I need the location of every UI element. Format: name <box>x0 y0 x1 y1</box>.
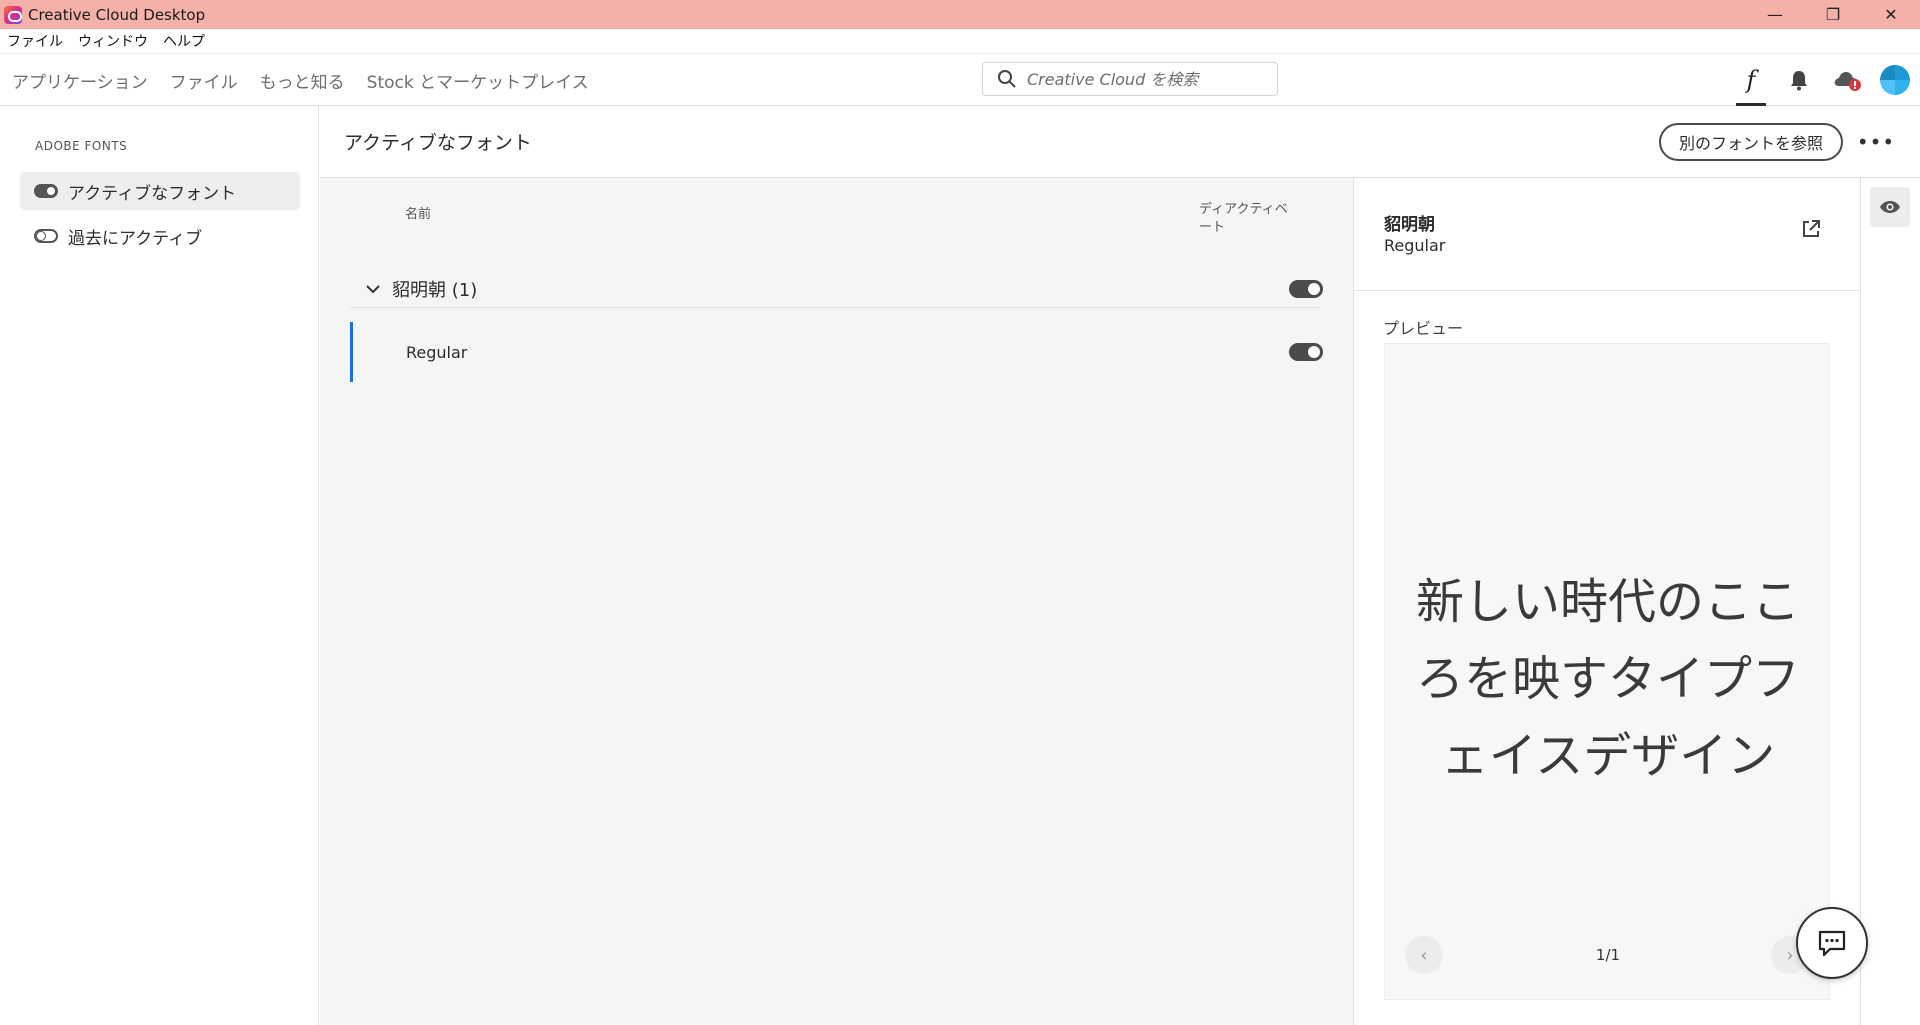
toggle-off-icon <box>34 229 58 243</box>
title-bar: Creative Cloud Desktop — ❐ ✕ <box>0 0 1920 29</box>
preview-box: 新しい時代のこころを映すタイプフェイスデザイン ‹ 1/1 › <box>1384 343 1830 1000</box>
sidebar-item-label: アクティブなフォント <box>68 183 237 204</box>
font-list: 名前 ディアクティベート 貂明朝 (1) Regular <box>320 178 1353 1025</box>
sidebar: ADOBE FONTS アクティブなフォント 過去にアクティブ <box>0 106 319 1025</box>
search-input[interactable] <box>1027 69 1257 89</box>
sidebar-item-active-fonts[interactable]: アクティブなフォント <box>20 172 300 210</box>
family-deactivate-toggle[interactable] <box>1289 280 1323 298</box>
chat-icon <box>1818 930 1846 957</box>
font-style-name: Regular <box>406 342 468 362</box>
header-icons: f <box>1736 54 1920 106</box>
avatar <box>1880 65 1910 95</box>
top-navigation: アプリケーション ファイル もっと知る Stock とマーケットプレイス <box>12 54 611 106</box>
bell-icon <box>1791 71 1807 91</box>
sidebar-item-previously-active[interactable]: 過去にアクティブ <box>20 217 300 255</box>
more-options-button[interactable]: ••• <box>1857 128 1894 156</box>
preview-label: プレビュー <box>1383 319 1464 338</box>
external-link-icon[interactable] <box>1800 218 1822 240</box>
search-box[interactable] <box>982 62 1278 96</box>
column-header-name: 名前 <box>405 207 432 222</box>
font-family-row[interactable]: 貂明朝 (1) <box>350 270 1323 308</box>
chevron-down-icon[interactable] <box>362 278 384 300</box>
account-button[interactable] <box>1880 54 1910 106</box>
cloud-sync-button[interactable] <box>1832 54 1862 106</box>
restore-button[interactable]: ❐ <box>1804 0 1862 29</box>
nav-apps[interactable]: アプリケーション <box>12 68 148 93</box>
page-title: アクティブなフォント <box>344 132 532 154</box>
toggle-on-icon <box>34 184 58 198</box>
detail-font-style: Regular <box>1384 236 1446 255</box>
notifications-button[interactable] <box>1784 54 1814 106</box>
font-style-row[interactable]: Regular <box>350 322 1323 382</box>
chat-support-button[interactable] <box>1796 907 1868 979</box>
close-button[interactable]: ✕ <box>1862 0 1920 29</box>
detail-divider <box>1354 290 1861 291</box>
nav-files[interactable]: ファイル <box>170 68 238 93</box>
menu-bar: ファイル ウィンドウ ヘルプ <box>0 29 1920 54</box>
detail-font-family: 貂明朝 <box>1384 215 1435 235</box>
nav-stock-marketplace[interactable]: Stock とマーケットプレイス <box>367 68 589 93</box>
right-tool-strip <box>1860 178 1920 1025</box>
sidebar-item-label: 過去にアクティブ <box>68 228 203 249</box>
minimize-button[interactable]: — <box>1746 0 1804 29</box>
content-header: アクティブなフォント 別のフォントを参照 ••• <box>320 106 1920 178</box>
column-header-deactivate: ディアクティベート <box>1199 202 1288 235</box>
fonts-icon: f <box>1746 66 1756 94</box>
app-header: アプリケーション ファイル もっと知る Stock とマーケットプレイス f <box>0 54 1920 106</box>
search-icon <box>998 70 1016 88</box>
cloud-alert-icon <box>1834 72 1861 91</box>
preview-page-count: 1/1 <box>1595 946 1621 964</box>
sidebar-section-label: ADOBE FONTS <box>35 139 128 153</box>
menu-window[interactable]: ウィンドウ <box>78 31 148 51</box>
preview-text: 新しい時代のこころを映すタイプフェイスデザイン <box>1415 574 1800 784</box>
font-detail-panel: 貂明朝 Regular プレビュー 新しい時代のこころを映すタイプフェイスデザイ… <box>1353 178 1861 1025</box>
font-family-name: 貂明朝 (1) <box>392 279 478 301</box>
window-title: Creative Cloud Desktop <box>28 5 206 24</box>
nav-discover[interactable]: もっと知る <box>260 68 345 93</box>
menu-help[interactable]: ヘルプ <box>163 31 205 51</box>
style-deactivate-toggle[interactable] <box>1289 343 1323 361</box>
browse-more-fonts-button[interactable]: 別のフォントを参照 <box>1659 123 1844 161</box>
selection-indicator <box>350 322 353 382</box>
fonts-tab[interactable]: f <box>1736 54 1766 106</box>
preview-toggle-button[interactable] <box>1870 187 1910 227</box>
creative-cloud-app-icon <box>4 5 22 24</box>
menu-file[interactable]: ファイル <box>7 31 63 51</box>
window-controls: — ❐ ✕ <box>1746 0 1920 29</box>
eye-icon <box>1880 201 1900 213</box>
